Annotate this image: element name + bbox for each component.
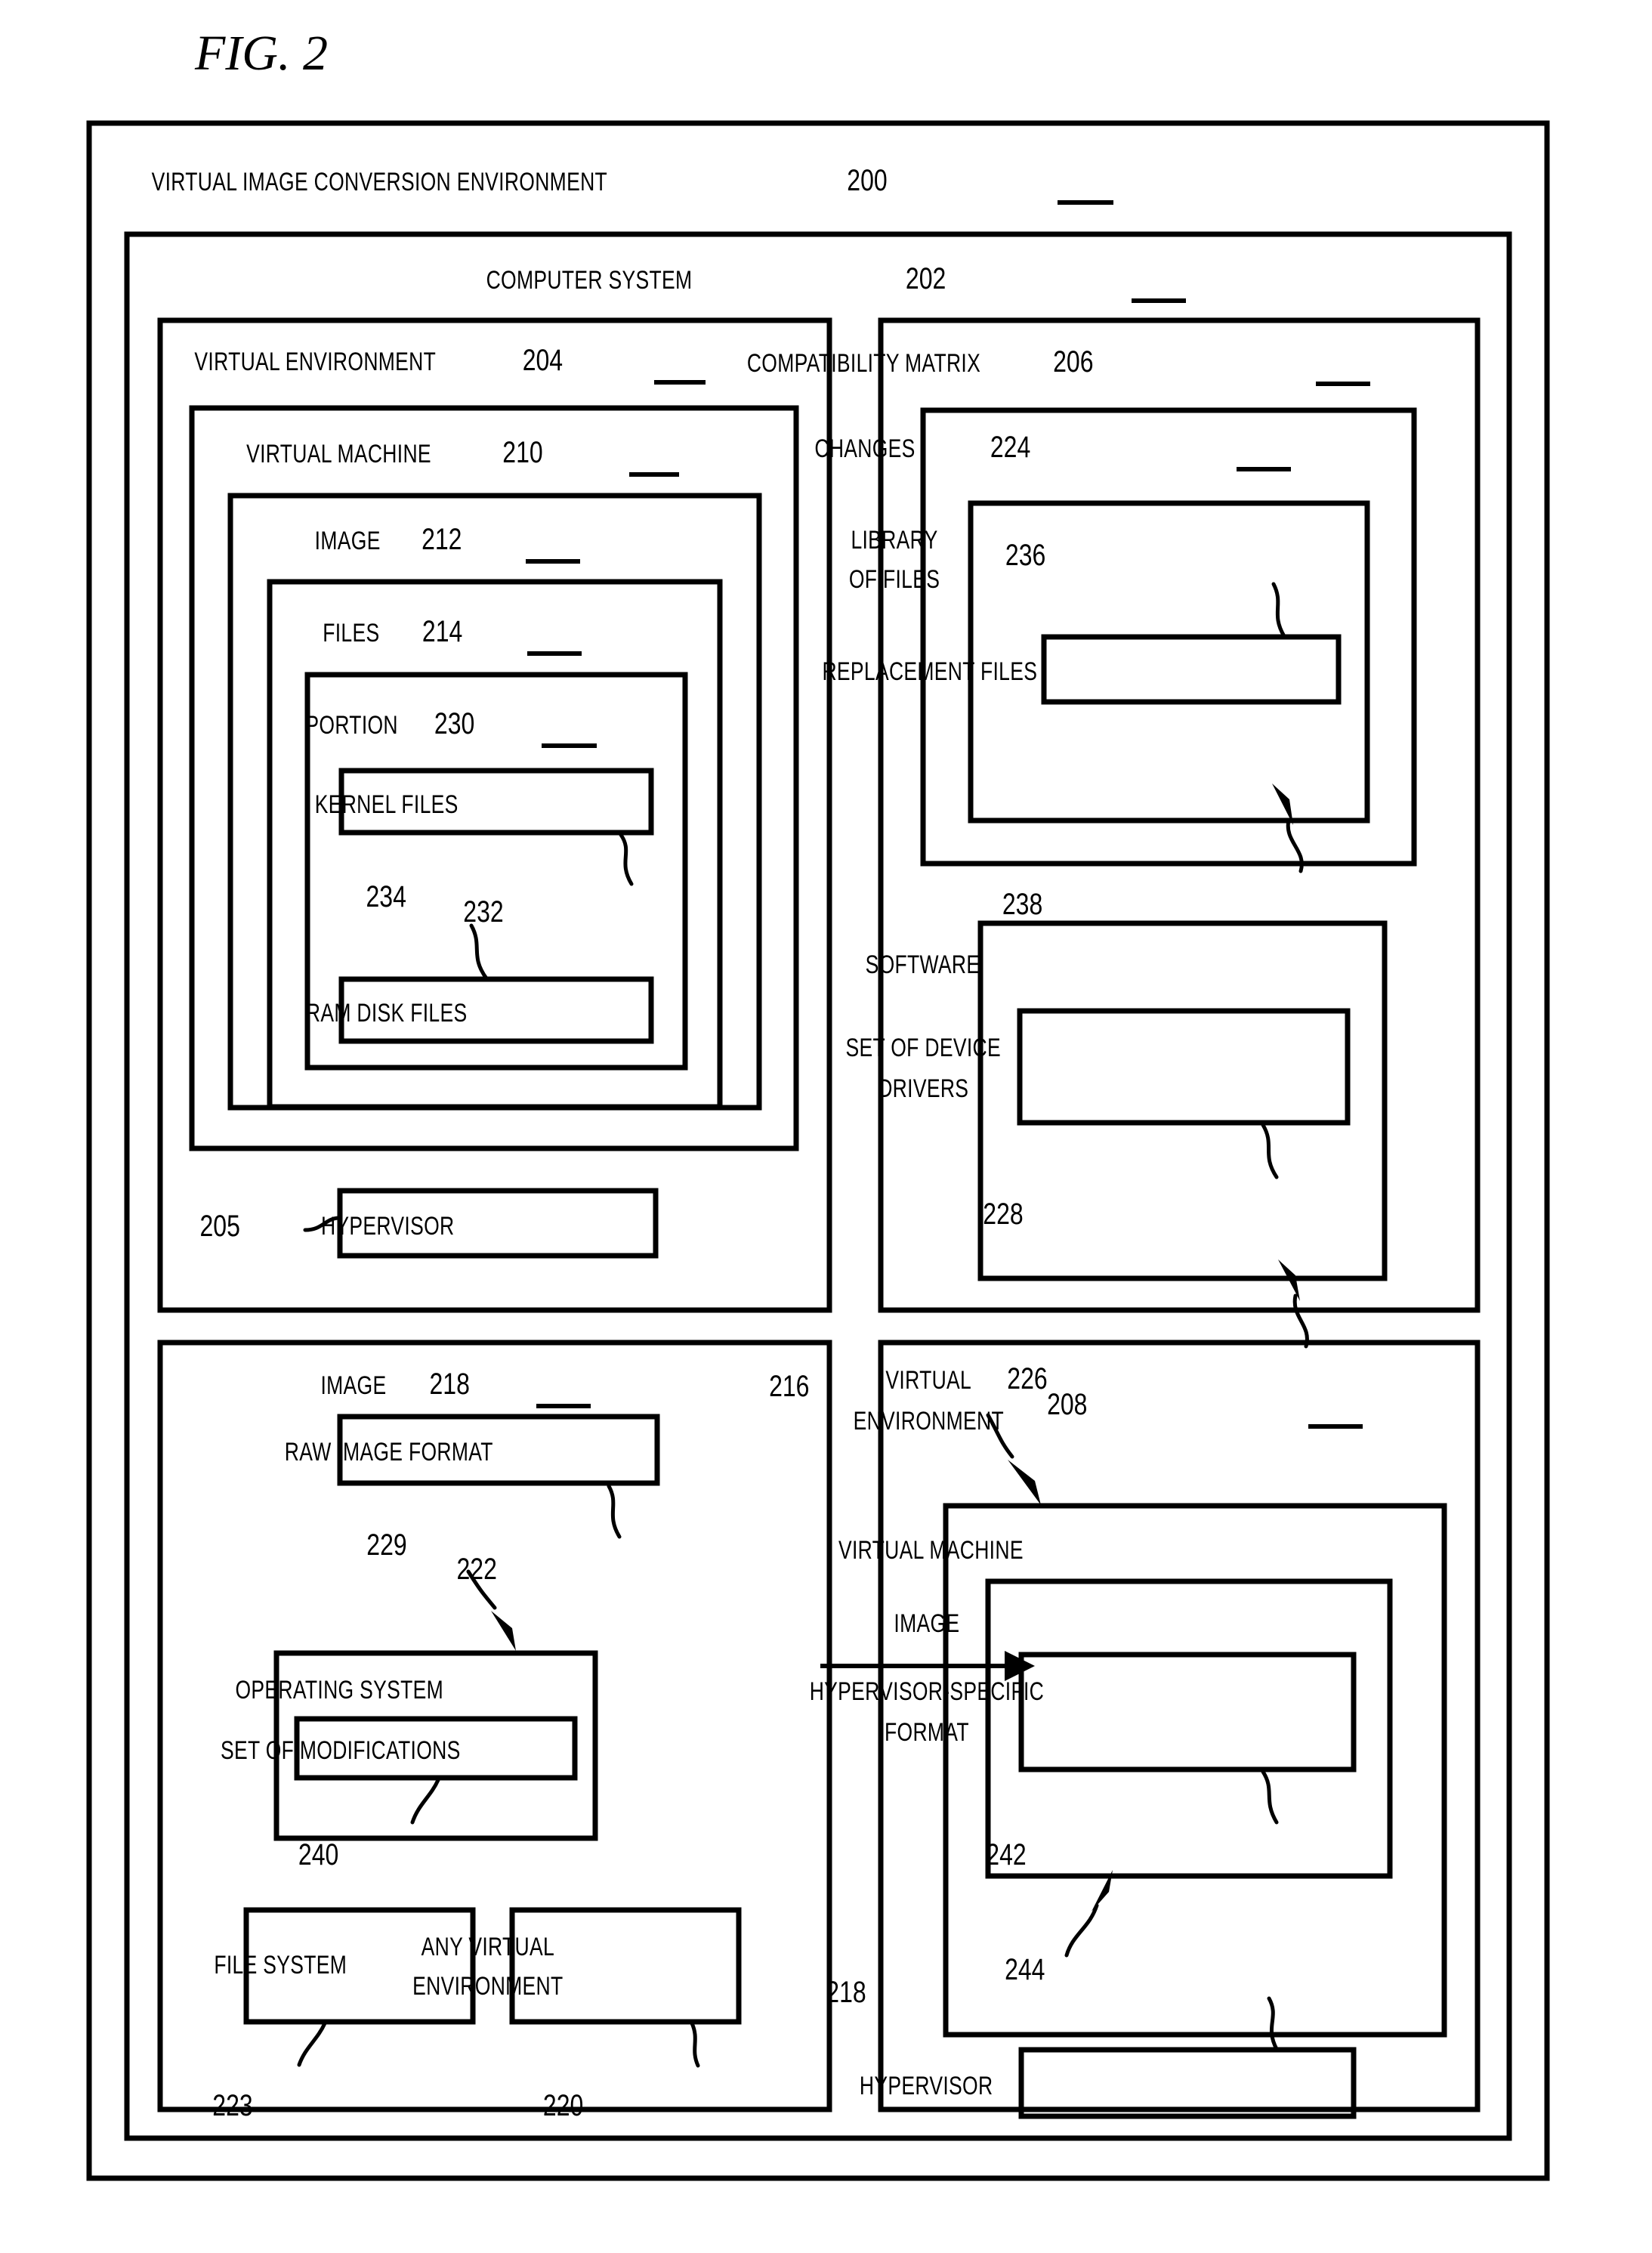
set-of-device-drivers-line2: DRIVERS — [878, 1074, 968, 1103]
ref-205: 205 — [200, 1209, 240, 1243]
ref-222: 222 — [457, 1552, 497, 1586]
virtual-environment-208-line2: ENVIRONMENT — [854, 1407, 1004, 1436]
box-software — [977, 920, 1388, 1281]
leader-242 — [1261, 1769, 1279, 1825]
ref-226: 226 — [1007, 1361, 1047, 1395]
raw-image-format-label: RAW IMAGE FORMAT — [285, 1438, 493, 1466]
leader-244 — [1267, 1996, 1279, 2051]
leader-223 — [297, 2021, 327, 2067]
ref-240: 240 — [298, 1837, 338, 1871]
portion-230-label: PORTION — [305, 711, 398, 740]
ref-229: 229 — [366, 1528, 406, 1562]
virtual-environment-208-line1: VIRTUAL — [885, 1366, 971, 1395]
ref-236: 236 — [1005, 538, 1045, 572]
ref-238: 238 — [1002, 887, 1042, 921]
arrowhead-216 — [1008, 1460, 1041, 1505]
library-of-files-line2: OF FILES — [849, 565, 940, 594]
leader-222 — [607, 1484, 622, 1539]
ref-220: 220 — [543, 2088, 583, 2122]
replacement-files-label: REPLACEMENT FILES — [822, 657, 1037, 686]
software-label: SOFTWARE — [866, 950, 980, 979]
virtual-machine-210-ref: 210 — [502, 435, 542, 469]
any-virtual-environment-line2: ENVIRONMENT — [412, 1972, 563, 2001]
image-212-ref: 212 — [421, 522, 462, 556]
leader-232 — [619, 833, 634, 886]
image-218-label: IMAGE — [320, 1371, 386, 1400]
file-system-label: FILE SYSTEM — [214, 1951, 347, 1979]
library-of-files-line1: LIBRARY — [851, 526, 937, 555]
hypervisor-205-label: HYPERVISOR — [321, 1212, 455, 1241]
ref-216: 216 — [769, 1369, 809, 1403]
portion-230-ref: 230 — [434, 706, 474, 740]
operating-system-label: OPERATING SYSTEM — [235, 1676, 443, 1704]
ref-228: 228 — [983, 1197, 1023, 1231]
changes-224-label: CHANGES — [814, 434, 915, 463]
virtual-machine-210-label: VIRTUAL MACHINE — [246, 440, 431, 468]
root-ref: 200 — [847, 163, 887, 197]
any-virtual-environment-line1: ANY VIRTUAL — [421, 1933, 554, 1961]
arrowhead-229 — [491, 1611, 516, 1651]
ref-218-lower: 218 — [826, 1975, 866, 2009]
leader-218-lower — [1064, 1903, 1099, 1958]
box-replacement-files — [1041, 634, 1342, 705]
ref-234: 234 — [366, 879, 406, 913]
virtual-environment-204-label: VIRTUAL ENVIRONMENT — [194, 348, 436, 376]
box-set-of-device-drivers — [1017, 1008, 1351, 1126]
box-hypervisor-specific-format — [1018, 1652, 1357, 1772]
hypervisor-244-label: HYPERVISOR — [860, 2072, 993, 2100]
virtual-environment-208-ref: 208 — [1047, 1387, 1087, 1421]
compatibility-matrix-206-label: COMPATIBILITY MATRIX — [747, 349, 980, 378]
changes-224-ref: 224 — [990, 430, 1030, 464]
compatibility-matrix-206-ref: 206 — [1053, 345, 1093, 379]
files-214-label: FILES — [323, 619, 379, 647]
files-214-ref: 214 — [422, 614, 462, 648]
panel-virtual-environment-204 — [157, 317, 832, 1313]
ref-244: 244 — [1005, 1952, 1045, 1986]
image-218-ref: 218 — [430, 1367, 470, 1401]
patent-figure-svg: FIG. 2 VIRTUAL IMAGE CONVERSION ENVIRONM… — [86, 26, 1550, 2181]
leader-220 — [690, 2021, 700, 2068]
ref-242: 242 — [986, 1837, 1026, 1871]
set-of-modifications-label: SET OF MODIFICATIONS — [221, 1736, 461, 1765]
box-hypervisor-244 — [1018, 2047, 1357, 2119]
leader-240 — [410, 1778, 440, 1825]
ref-232: 232 — [463, 895, 503, 929]
kernel-files-label: KERNEL FILES — [315, 790, 459, 819]
image-208-label: IMAGE — [894, 1609, 959, 1638]
set-of-device-drivers-line1: SET OF DEVICE — [846, 1034, 1001, 1062]
leader-228 — [1261, 1123, 1279, 1179]
box-virtual-machine-210 — [189, 405, 799, 1151]
figure-title: FIG. 2 — [194, 26, 328, 81]
ram-disk-files-label: RAM DISK FILES — [306, 999, 468, 1028]
hypervisor-specific-format-line2: FORMAT — [885, 1718, 969, 1747]
ref-223: 223 — [212, 2088, 252, 2122]
box-any-virtual-environment — [509, 1907, 742, 2025]
leader-226 — [1292, 1293, 1309, 1349]
leader-236 — [1271, 582, 1286, 638]
box-image-208 — [985, 1578, 1393, 1879]
root-label: VIRTUAL IMAGE CONVERSION ENVIRONMENT — [152, 168, 607, 196]
virtual-machine-208-label: VIRTUAL MACHINE — [838, 1536, 1024, 1565]
figure-page: FIG. 2 VIRTUAL IMAGE CONVERSION ENVIRONM… — [0, 0, 1652, 2253]
computer-system-label: COMPUTER SYSTEM — [486, 266, 693, 295]
image-212-label: IMAGE — [315, 527, 381, 555]
virtual-environment-204-ref: 204 — [523, 343, 563, 377]
computer-system-ref: 202 — [906, 261, 946, 295]
leader-234 — [469, 923, 489, 981]
hypervisor-specific-format-line1: HYPERVISOR-SPECIFIC — [810, 1677, 1044, 1706]
